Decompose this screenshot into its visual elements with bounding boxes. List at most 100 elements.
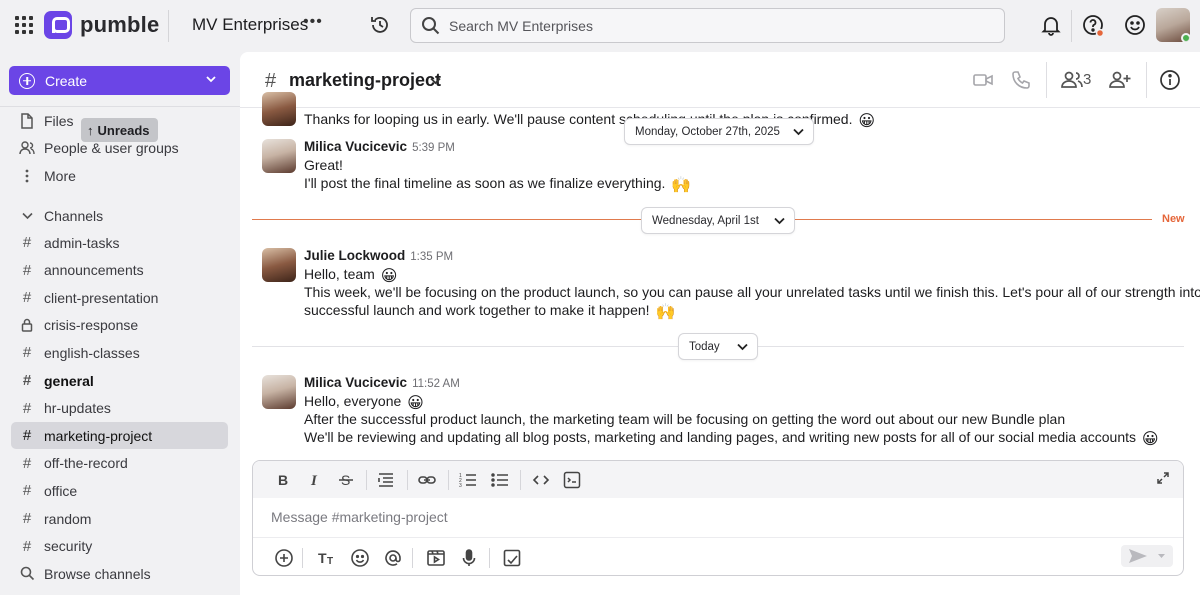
- message-line: This week, we'll be focusing on the prod…: [304, 284, 1200, 300]
- history-icon[interactable]: [369, 14, 391, 36]
- text-format-icon[interactable]: TT: [317, 548, 337, 568]
- channels-header-label: Channels: [44, 207, 104, 224]
- author-name: Milica Vucicevic: [304, 139, 408, 154]
- composer-actions: TT: [253, 537, 1183, 575]
- sidebar-item-label: client-presentation: [44, 289, 159, 306]
- channels-section-header[interactable]: Channels: [11, 202, 228, 229]
- message-text-content: Hello, team: [304, 266, 375, 282]
- divider: [302, 548, 303, 568]
- sidebar-item-announcements[interactable]: # announcements: [11, 257, 228, 284]
- chevron-down-icon[interactable]: [430, 77, 441, 85]
- create-button[interactable]: Create: [9, 66, 230, 95]
- sidebar-item-label: off-the-record: [44, 455, 128, 472]
- search-input[interactable]: [449, 15, 989, 37]
- bold-icon[interactable]: B: [275, 471, 293, 489]
- help-icon[interactable]: [1082, 14, 1105, 38]
- message-line: Hello, team 😀: [304, 265, 397, 285]
- link-icon[interactable]: [418, 471, 436, 489]
- sidebar-item-random[interactable]: # random: [11, 505, 228, 532]
- bullet-list-icon[interactable]: [491, 471, 509, 489]
- member-count[interactable]: 3: [1083, 71, 1091, 88]
- chevron-down-icon: [16, 212, 38, 220]
- hash-icon: #: [22, 344, 32, 362]
- browse-channels[interactable]: Browse channels: [11, 560, 228, 587]
- sidebar-item-general[interactable]: # general: [11, 367, 228, 394]
- sidebar-item-label: announcements: [44, 262, 144, 279]
- avatar[interactable]: [262, 248, 296, 282]
- channel-hash-icon: #: [265, 70, 277, 92]
- quote-block-icon[interactable]: [377, 471, 395, 489]
- video-call-icon[interactable]: [972, 69, 994, 91]
- sidebar-item-label: security: [44, 538, 93, 555]
- sidebar-item-label: hr-updates: [44, 400, 111, 417]
- sidebar-item-label: english-classes: [44, 344, 140, 361]
- app-name: pumble: [80, 12, 160, 37]
- italic-icon[interactable]: I: [306, 471, 324, 489]
- sidebar-item-label: admin-tasks: [44, 234, 120, 251]
- sidebar-item-marketing-project[interactable]: # marketing-project: [11, 422, 228, 450]
- sidebar-item-hr-updates[interactable]: # hr-updates: [11, 395, 228, 422]
- sidebar-item-admin-tasks[interactable]: # admin-tasks: [11, 229, 228, 256]
- search-icon: [16, 566, 38, 581]
- author-name: Milica Vucicevic: [304, 375, 408, 390]
- avatar[interactable]: [262, 92, 296, 126]
- phone-call-icon[interactable]: [1010, 69, 1032, 91]
- main-panel: # marketing-project 3 Thanks for looping…: [240, 52, 1200, 595]
- send-icon: [1129, 549, 1147, 563]
- chevron-down-icon: [1158, 554, 1165, 558]
- add-attachment-icon[interactable]: [274, 548, 294, 568]
- sidebar-item-off-the-record[interactable]: # off-the-record: [11, 450, 228, 477]
- microphone-icon[interactable]: [459, 548, 479, 568]
- browse-channels-label: Browse channels: [44, 565, 151, 582]
- sidebar-item-client-presentation[interactable]: # client-presentation: [11, 284, 228, 311]
- divider: [1146, 62, 1147, 98]
- sidebar-item-office[interactable]: # office: [11, 477, 228, 504]
- workspace-name[interactable]: MV Enterprises: [192, 15, 308, 35]
- message-input[interactable]: [271, 506, 1151, 528]
- checklist-icon[interactable]: [502, 548, 522, 568]
- search-bar[interactable]: [410, 8, 1005, 43]
- info-icon[interactable]: [1159, 69, 1181, 91]
- people-icon: [16, 140, 38, 155]
- media-clip-icon[interactable]: [426, 548, 446, 568]
- bell-icon[interactable]: [1040, 14, 1062, 36]
- message-item: Julie Lockwood 1:35 PM Hello, team 😀 This…: [262, 248, 1200, 328]
- more-vertical-icon: [16, 169, 38, 183]
- message-author[interactable]: Milica Vucicevic 11:52 AM: [304, 375, 460, 390]
- sidebar-item-crisis-response[interactable]: crisis-response: [11, 312, 228, 339]
- avatar[interactable]: [262, 375, 296, 409]
- message-line: After the successful product launch, the…: [304, 411, 1066, 427]
- code-block-icon[interactable]: [563, 471, 581, 489]
- date-separator-chip[interactable]: Today: [678, 333, 758, 360]
- avatar[interactable]: [262, 139, 296, 173]
- expand-icon[interactable]: [1156, 471, 1174, 489]
- user-avatar[interactable]: [1156, 8, 1190, 42]
- grinning-emoji: 😀: [1141, 431, 1159, 448]
- sidebar-item-security[interactable]: # security: [11, 533, 228, 560]
- sidebar-item-english-classes[interactable]: # english-classes: [11, 339, 228, 366]
- emoji-status-icon[interactable]: [1124, 14, 1146, 36]
- sidebar-item-label: random: [44, 510, 92, 527]
- create-label: Create: [45, 72, 88, 89]
- file-icon: [16, 112, 38, 129]
- unreads-jump-button[interactable]: ↑ Unreads: [81, 118, 158, 142]
- numbered-list-icon[interactable]: 123: [459, 471, 477, 489]
- message-author[interactable]: Julie Lockwood 1:35 PM: [304, 248, 453, 263]
- send-button[interactable]: [1121, 545, 1173, 567]
- mention-icon[interactable]: [383, 548, 403, 568]
- svg-text:B: B: [278, 472, 288, 488]
- members-icon[interactable]: [1060, 69, 1083, 91]
- workspace-more-icon[interactable]: •••: [303, 13, 323, 31]
- code-icon[interactable]: [532, 471, 550, 489]
- apps-grid-icon[interactable]: [15, 16, 33, 34]
- date-separator-chip[interactable]: Wednesday, April 1st: [641, 207, 795, 234]
- message-author[interactable]: Milica Vucicevic 5:39 PM: [304, 139, 455, 154]
- new-messages-label: New: [1162, 213, 1185, 225]
- sidebar-item-more[interactable]: More: [11, 162, 228, 189]
- emoji-icon[interactable]: [350, 548, 370, 568]
- message-item: Milica Vucicevic 5:39 PM Great! I'll post…: [262, 139, 1172, 199]
- add-member-icon[interactable]: [1108, 69, 1131, 91]
- chevron-down-icon: [737, 343, 748, 351]
- strikethrough-icon[interactable]: S: [337, 471, 355, 489]
- channel-title[interactable]: marketing-project: [289, 70, 441, 91]
